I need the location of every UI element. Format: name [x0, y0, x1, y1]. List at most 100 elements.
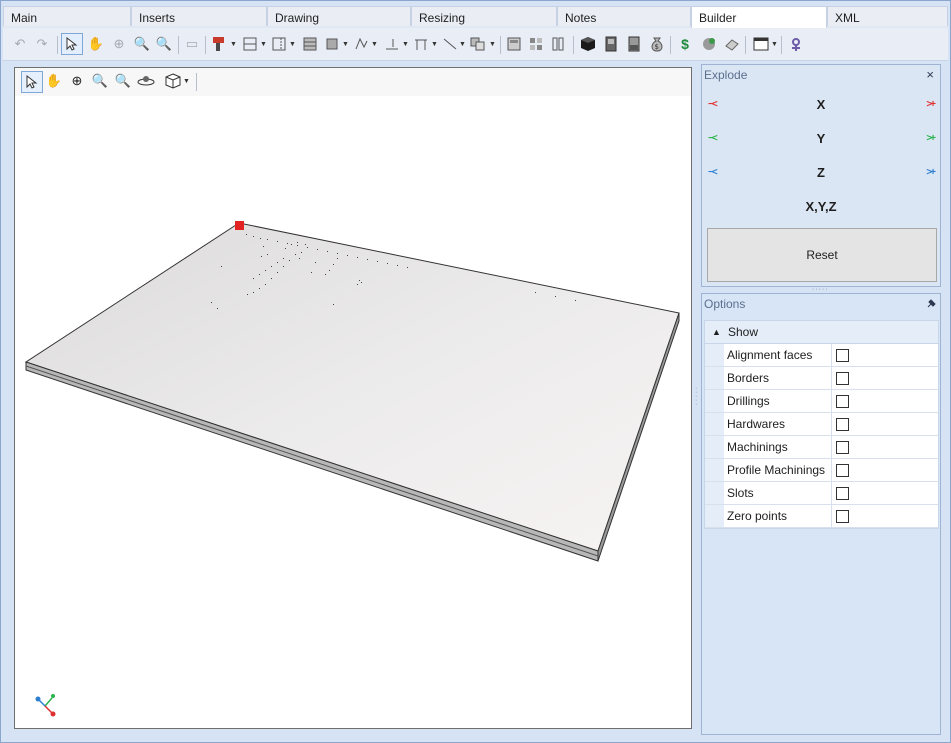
eraser-icon[interactable]	[723, 35, 741, 53]
undo-icon[interactable]: ↶	[11, 35, 29, 53]
tab-label: XML	[835, 11, 860, 25]
cabinet-icon[interactable]	[602, 35, 620, 53]
tab-label: Drawing	[275, 11, 320, 25]
tab-main[interactable]: Main	[3, 6, 131, 26]
chevron-up-icon[interactable]: ▲	[712, 321, 721, 343]
tab-xml[interactable]: XML	[827, 6, 948, 26]
tab-notes[interactable]: Notes	[557, 6, 691, 26]
option-label: Alignment faces	[727, 344, 832, 366]
money-bag-icon[interactable]: $	[648, 35, 666, 53]
options-panel-header: Options	[702, 294, 940, 314]
main-toolbar: ↶ ↷ ✋ ⊕ 🔍 🔍 ▭ ▼ ▼ ▼ ▼ ▼ ▼ ▼ ▼ ▼ $ $ ▼	[3, 28, 948, 61]
alignment-faces-checkbox[interactable]	[836, 349, 849, 362]
explode-y-label: Y	[816, 131, 826, 146]
machinings-checkbox[interactable]	[836, 441, 849, 454]
split-icon[interactable]	[549, 35, 567, 53]
chevron-down-icon[interactable]: ▼	[402, 41, 409, 48]
cube-icon[interactable]	[579, 35, 597, 53]
panel-splitter-grip[interactable]: ·····	[812, 286, 829, 293]
pan-icon[interactable]: ✋	[87, 35, 105, 53]
toolbar-separator	[670, 36, 671, 54]
edge-band-icon[interactable]	[383, 35, 401, 53]
show-group-header[interactable]: ▲ Show	[705, 321, 938, 344]
axis-triad-icon	[35, 694, 56, 717]
tab-resizing[interactable]: Resizing	[411, 6, 557, 26]
hardwares-checkbox[interactable]	[836, 418, 849, 431]
close-icon[interactable]: ×	[926, 65, 934, 85]
toolbar-separator	[178, 36, 179, 54]
tab-drawing[interactable]: Drawing	[267, 6, 411, 26]
tab-label: Main	[11, 11, 38, 25]
texture-icon[interactable]	[527, 35, 545, 53]
tab-label: Notes	[565, 11, 597, 25]
toolbar-separator	[500, 36, 501, 54]
calculator-icon[interactable]	[505, 35, 523, 53]
settings-icon[interactable]	[787, 35, 805, 53]
option-label: Drillings	[727, 390, 832, 412]
borders-checkbox[interactable]	[836, 372, 849, 385]
redo-icon[interactable]: ↷	[33, 35, 51, 53]
drill-icon[interactable]	[210, 35, 228, 53]
zoom-window-icon[interactable]: 🔍	[133, 35, 151, 53]
options-panel: Options ▲ Show Alignment faces Borders D…	[701, 293, 941, 735]
chevron-down-icon[interactable]: ▼	[431, 41, 438, 48]
slots-checkbox[interactable]	[836, 487, 849, 500]
chevron-down-icon[interactable]: ▼	[289, 41, 296, 48]
svg-text:$: $	[655, 43, 659, 51]
chevron-down-icon[interactable]: ▼	[342, 41, 349, 48]
chevron-down-icon[interactable]: ▼	[771, 41, 778, 48]
reset-button[interactable]: Reset	[707, 228, 937, 282]
copy-icon[interactable]: ▭	[183, 35, 201, 53]
panel-title: Options	[704, 297, 746, 311]
option-row-machinings: Machinings	[705, 436, 938, 459]
toolbar-separator	[205, 36, 206, 54]
chevron-down-icon[interactable]: ▼	[371, 41, 378, 48]
chevron-down-icon[interactable]: ▼	[230, 41, 237, 48]
window-icon[interactable]	[752, 35, 770, 53]
3d-viewport[interactable]: ✋ ⊕ 🔍 🔍 ▼	[14, 67, 692, 729]
option-row-borders: Borders	[705, 367, 938, 390]
toolbar-separator	[781, 36, 782, 54]
explode-z-label: Z	[817, 165, 825, 180]
chevron-down-icon[interactable]: ▼	[489, 41, 496, 48]
profile-machinings-checkbox[interactable]	[836, 464, 849, 477]
option-row-alignment-faces: Alignment faces	[705, 344, 938, 367]
chevron-down-icon[interactable]: ▼	[459, 41, 466, 48]
select-icon[interactable]	[61, 33, 83, 55]
explode-z-plus-button[interactable]: >+	[926, 167, 936, 178]
zero-points-checkbox[interactable]	[836, 510, 849, 523]
explode-x-plus-button[interactable]: >+	[926, 99, 936, 110]
toolbar-separator	[573, 36, 574, 54]
explode-panel-header: Explode ×	[702, 65, 940, 85]
horizontal-divider-icon[interactable]	[241, 35, 259, 53]
chevron-down-icon[interactable]: ▼	[260, 41, 267, 48]
option-label: Machinings	[727, 436, 832, 458]
app-window: Main Inserts Drawing Resizing Notes Buil…	[0, 0, 951, 743]
zoom-extents-icon[interactable]: 🔍	[155, 35, 173, 53]
frame-icon[interactable]	[412, 35, 430, 53]
option-row-hardwares: Hardwares	[705, 413, 938, 436]
toolbar-separator	[57, 36, 58, 54]
line-icon[interactable]	[441, 35, 459, 53]
panel-title: Explode	[704, 68, 748, 82]
tab-inserts[interactable]: Inserts	[131, 6, 267, 26]
group-icon[interactable]	[469, 35, 487, 53]
panel-board[interactable]	[24, 222, 680, 562]
explode-xyz-label[interactable]: X,Y,Z	[702, 195, 940, 219]
explode-panel: Explode × −< X >+ −< Y >+ −< Z >+ X,Y,Z …	[701, 64, 941, 287]
tab-builder[interactable]: Builder	[691, 6, 827, 28]
panel-icon[interactable]	[625, 35, 643, 53]
shelves-icon[interactable]	[301, 35, 319, 53]
explode-y-plus-button[interactable]: >+	[926, 133, 936, 144]
hinge-icon[interactable]	[323, 35, 341, 53]
vertical-divider-icon[interactable]	[270, 35, 288, 53]
pin-icon[interactable]	[926, 296, 936, 316]
option-row-slots: Slots	[705, 482, 938, 505]
drillings-checkbox[interactable]	[836, 395, 849, 408]
zoom-in-icon[interactable]: ⊕	[110, 35, 128, 53]
price-icon[interactable]: $	[676, 35, 694, 53]
explode-y-row: −< Y >+	[702, 127, 940, 151]
material-icon[interactable]	[700, 35, 718, 53]
drawer-icon[interactable]	[352, 35, 370, 53]
option-row-zero-points: Zero points	[705, 505, 938, 528]
